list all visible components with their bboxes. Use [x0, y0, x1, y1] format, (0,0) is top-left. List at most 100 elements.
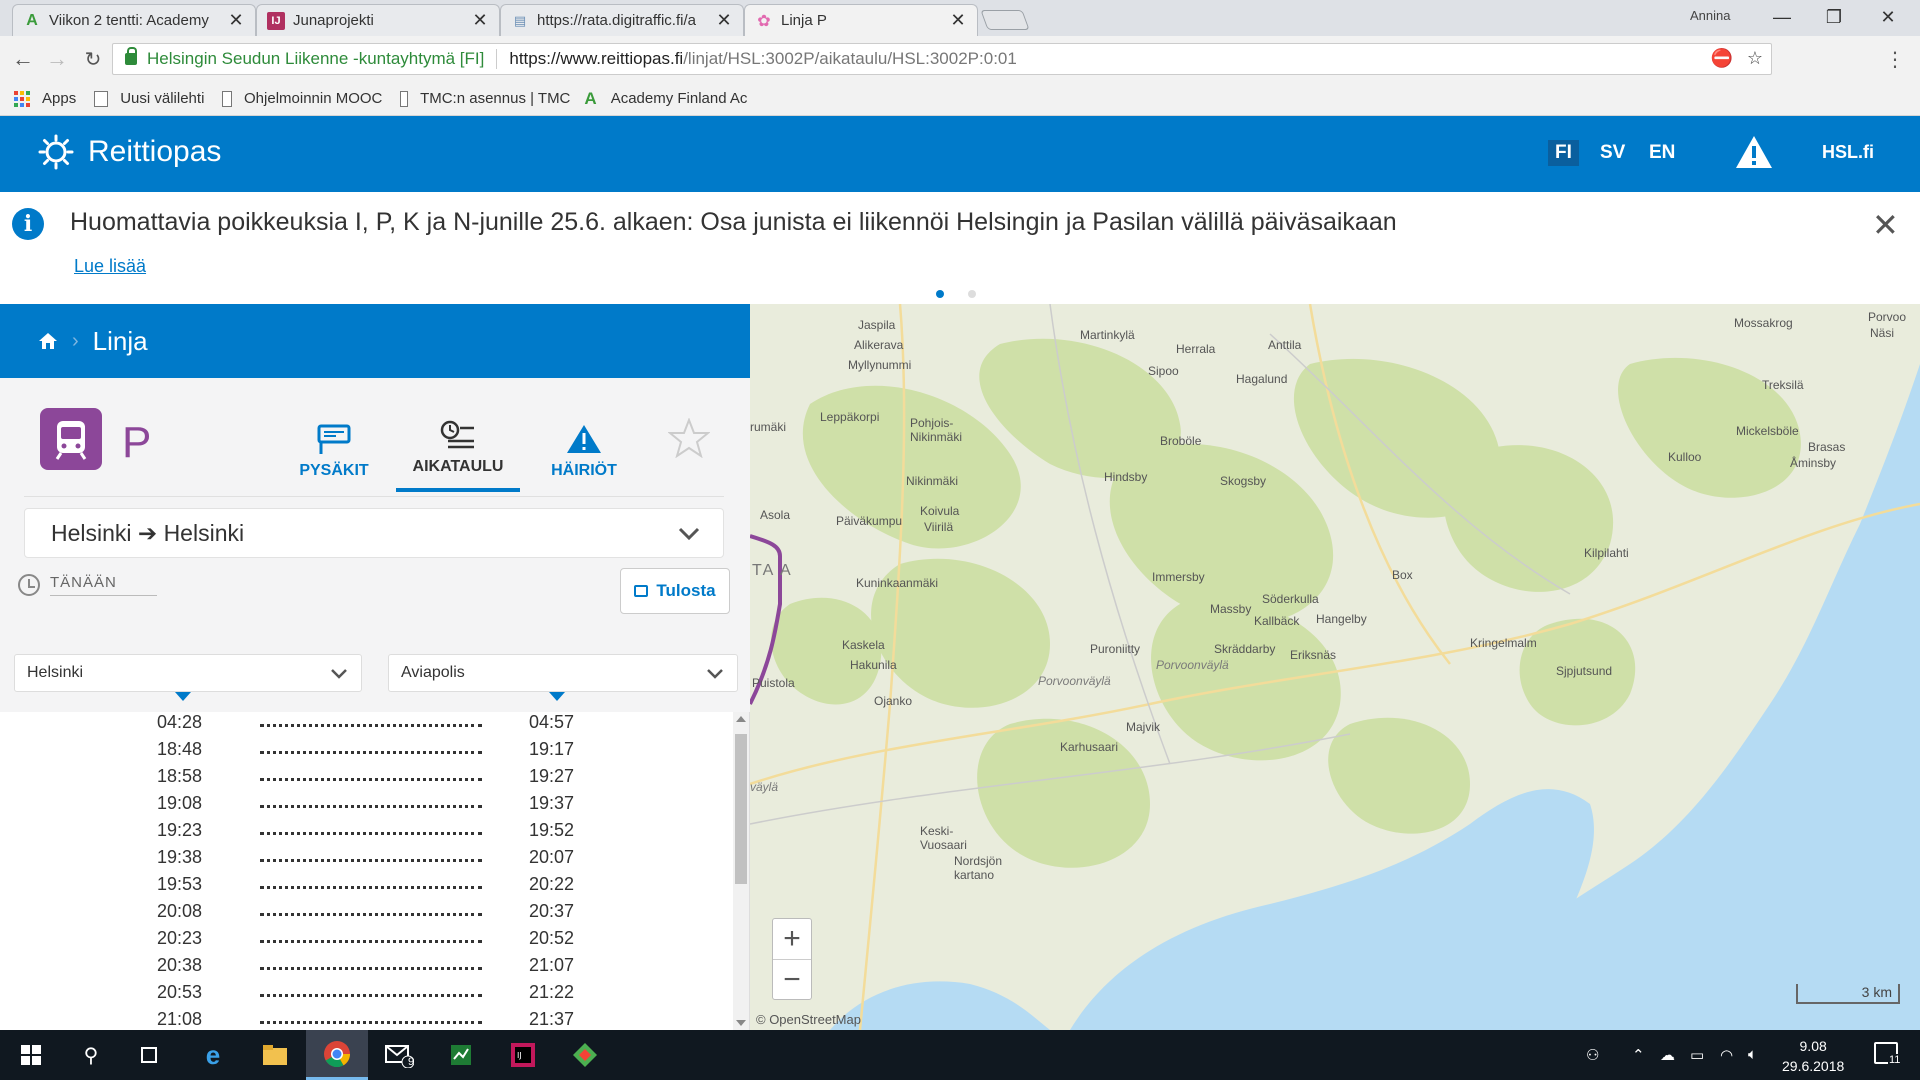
- bookmark-tmc[interactable]: TMC:n asennus | TMC: [400, 90, 570, 107]
- zoom-out-button[interactable]: −: [773, 959, 811, 999]
- wifi-icon[interactable]: ◠: [1720, 1046, 1733, 1064]
- lang-en[interactable]: EN: [1649, 142, 1675, 164]
- volume-icon[interactable]: 🔈︎: [1748, 1046, 1757, 1063]
- printer-icon: [634, 585, 649, 597]
- blocked-content-icon[interactable]: ⛔: [1710, 48, 1732, 69]
- site-header: Reittiopas FI SV EN HSL.fi: [0, 116, 1920, 192]
- close-icon[interactable]: ✕: [715, 10, 733, 31]
- people-icon[interactable]: ⚇: [1586, 1046, 1599, 1064]
- disruption-alert-icon[interactable]: [1734, 134, 1774, 170]
- hsl-fi-link[interactable]: HSL.fi: [1822, 142, 1874, 163]
- sun-logo-icon: [38, 134, 74, 170]
- bookmark-academy-finland[interactable]: A Academy Finland Ac: [584, 89, 764, 109]
- page-icon: ▤: [513, 12, 527, 28]
- route-letter: P: [122, 418, 152, 467]
- close-icon[interactable]: ✕: [471, 10, 489, 31]
- map-label: Mickelsböle: [1736, 424, 1799, 438]
- date-picker[interactable]: TÄNÄÄN: [18, 574, 157, 596]
- pager-dot-1[interactable]: [936, 290, 944, 298]
- forward-icon[interactable]: →: [42, 44, 72, 74]
- scroll-up-icon[interactable]: [736, 716, 746, 722]
- bookmark-star-icon[interactable]: ☆: [1747, 48, 1763, 69]
- divider: [24, 496, 724, 497]
- favourite-star-icon[interactable]: [668, 418, 710, 458]
- close-icon[interactable]: ✕: [949, 10, 967, 31]
- bookmark-ohjelmoinnin-mooc[interactable]: Ohjelmoinnin MOOC: [222, 90, 382, 107]
- tab-label: https://rata.digitraffic.fi/a: [537, 12, 696, 29]
- pager-dot-2[interactable]: [968, 290, 976, 298]
- back-icon[interactable]: ←: [8, 44, 38, 74]
- task-view-icon[interactable]: [118, 1030, 180, 1080]
- dotted-leader: [260, 832, 482, 835]
- app-icon[interactable]: [430, 1030, 492, 1080]
- search-icon[interactable]: ⚲: [60, 1030, 122, 1080]
- zoom-in-button[interactable]: +: [773, 919, 811, 959]
- academy-icon: A: [584, 88, 597, 108]
- reittiopas-logo[interactable]: Reittiopas: [38, 134, 221, 170]
- departure-time: 18:48: [157, 739, 203, 759]
- restore-icon[interactable]: ❐: [1804, 0, 1864, 34]
- map-label: Skogsby: [1220, 474, 1267, 488]
- tab-schedule[interactable]: AIKATAULU: [396, 402, 520, 492]
- tab-digitraffic[interactable]: ▤ https://rata.digitraffic.fi/a ✕: [500, 4, 744, 36]
- bookmarks-bar: Apps Uusi välilehti Ohjelmoinnin MOOC TM…: [0, 82, 1920, 116]
- chevron-up-icon[interactable]: ⌃: [1632, 1046, 1645, 1064]
- map-label: Kallbäck: [1254, 614, 1300, 628]
- map-label: Hagalund: [1236, 372, 1288, 386]
- map-label: Majvik: [1126, 720, 1161, 734]
- mail-icon[interactable]: 9: [368, 1030, 430, 1080]
- from-stop-select[interactable]: Helsinki: [14, 654, 362, 701]
- to-stop-select[interactable]: Aviapolis: [388, 654, 738, 701]
- windows-start-icon[interactable]: [0, 1030, 62, 1080]
- read-more-link[interactable]: Lue lisää: [74, 256, 146, 277]
- file-explorer-icon[interactable]: [244, 1030, 306, 1080]
- onedrive-icon[interactable]: ☁: [1660, 1046, 1675, 1064]
- clock-time: 9.08: [1799, 1038, 1827, 1054]
- close-window-icon[interactable]: ✕: [1858, 0, 1918, 34]
- lang-fi[interactable]: FI: [1548, 140, 1579, 166]
- scroll-down-icon[interactable]: [736, 1020, 746, 1026]
- timetable-scrollbar[interactable]: [733, 712, 749, 1030]
- home-icon[interactable]: [38, 331, 58, 351]
- clock-date: 29.6.2018: [1782, 1058, 1845, 1074]
- git-icon[interactable]: [554, 1030, 616, 1080]
- route-map[interactable]: Jaspila Alikerava Myllynummi Martinkylä …: [750, 304, 1920, 1030]
- minimize-icon[interactable]: —: [1752, 0, 1812, 34]
- map-label: Nordsjön kartano: [954, 854, 1003, 882]
- action-center-icon[interactable]: 11: [1874, 1042, 1902, 1066]
- arrival-time: 20:52: [529, 928, 575, 948]
- dotted-leader: [260, 724, 482, 727]
- windows-taskbar: ⚲ e 9 IJ ⚇ ⌃ ☁ ▭ ◠ 🔈︎ 9.08 29.6.2018 11: [0, 1030, 1920, 1080]
- system-clock[interactable]: 9.08 29.6.2018: [1782, 1036, 1844, 1076]
- map-label: Koivula: [920, 504, 960, 518]
- chevron-down-icon: [331, 669, 347, 679]
- scroll-thumb[interactable]: [735, 734, 747, 884]
- reload-icon[interactable]: ↻: [78, 44, 108, 74]
- new-tab-button[interactable]: [980, 10, 1030, 30]
- svg-text:IJ: IJ: [517, 1051, 522, 1060]
- battery-icon[interactable]: ▭: [1690, 1046, 1704, 1064]
- address-bar[interactable]: Helsingin Seudun Liikenne -kuntayhtymä […: [112, 43, 1772, 75]
- lang-sv[interactable]: SV: [1600, 142, 1625, 164]
- lock-icon: [125, 47, 137, 65]
- intellij-icon[interactable]: IJ: [492, 1030, 554, 1080]
- timetable-row: 20:23 20:52: [0, 926, 734, 953]
- close-icon[interactable]: ✕: [1872, 206, 1899, 244]
- tab-disruptions[interactable]: HÄIRIÖT: [522, 402, 646, 492]
- map-attribution[interactable]: © OpenStreetMap: [756, 1012, 861, 1027]
- tab-linja-p[interactable]: ✿ Linja P ✕: [744, 4, 978, 36]
- menu-icon[interactable]: ⋮: [1880, 44, 1910, 74]
- bookmark-apps[interactable]: Apps: [14, 90, 76, 107]
- dotted-leader: [260, 859, 482, 862]
- edge-icon[interactable]: e: [182, 1030, 244, 1080]
- tab-academy[interactable]: A Viikon 2 tentti: Academy ✕: [12, 4, 256, 36]
- timetable-row: 04:28 04:57: [0, 710, 734, 737]
- print-button[interactable]: Tulosta: [620, 568, 730, 614]
- tab-stops[interactable]: PYSÄKIT: [272, 402, 396, 492]
- bookmark-uusi-valilehti[interactable]: Uusi välilehti: [94, 90, 204, 107]
- chrome-icon[interactable]: [306, 1030, 368, 1080]
- direction-select[interactable]: Helsinki ➔ Helsinki: [24, 508, 724, 558]
- tab-junaprojekti[interactable]: IJ Junaprojekti ✕: [256, 4, 500, 36]
- close-icon[interactable]: ✕: [227, 10, 245, 31]
- profile-name[interactable]: Annina: [1690, 8, 1730, 23]
